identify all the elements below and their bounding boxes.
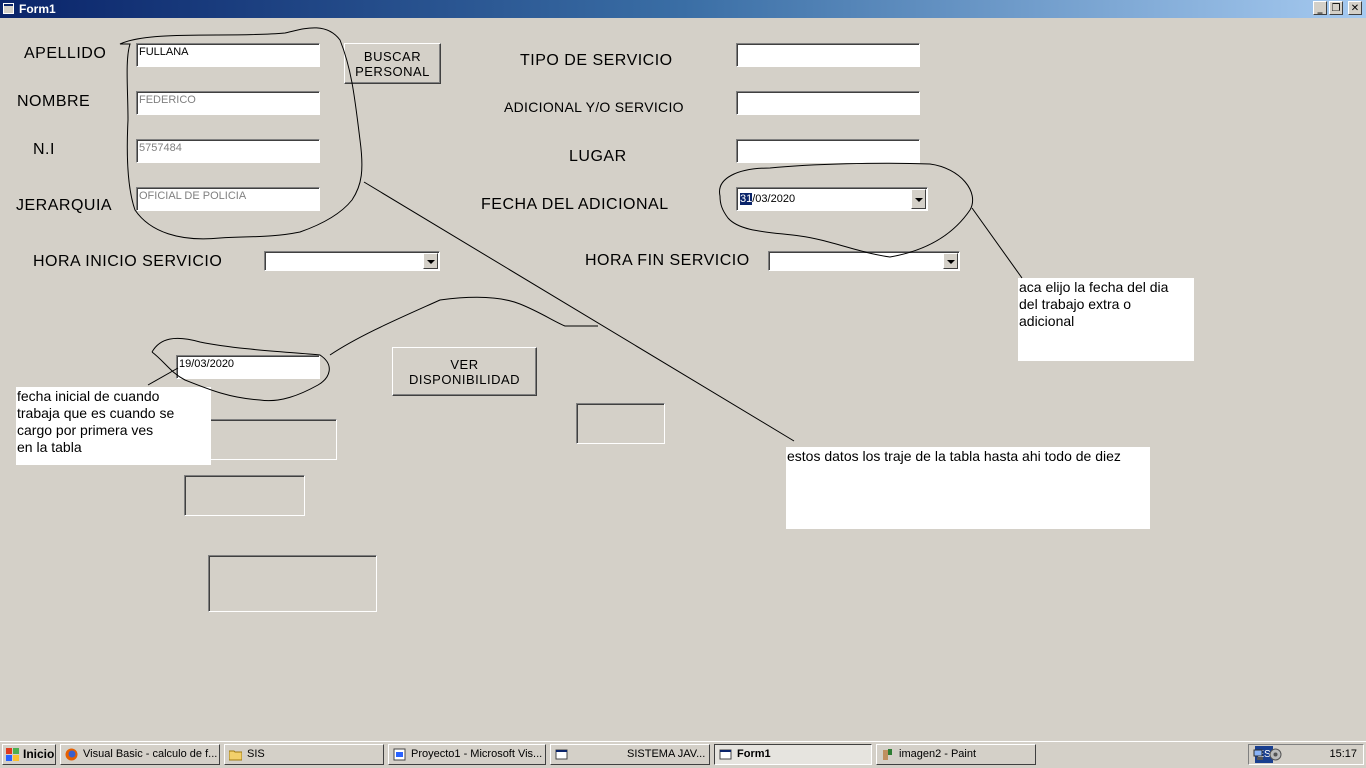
folder-icon [229, 750, 242, 761]
taskbar-item-paint[interactable]: imagen2 - Paint [876, 744, 1036, 765]
taskbar-item-proyecto1[interactable]: Proyecto1 - Microsoft Vis... [388, 744, 546, 765]
note-fecha-inicial-line: fecha inicial de cuando [17, 388, 160, 404]
pointer-line-fecha-inicial [147, 367, 179, 386]
note-fecha-inicial-line: cargo por primera ves [17, 422, 154, 438]
empty-field-1[interactable] [208, 419, 337, 460]
fecha-adicional-value: 31/03/2020 [740, 193, 795, 205]
note-datos: estos datos los traje de la tabla hasta … [786, 447, 1150, 529]
maximize-button[interactable]: ❐ [1329, 1, 1343, 15]
hora-inicio-combo[interactable] [264, 251, 440, 271]
start-button[interactable]: Inicio [2, 744, 56, 765]
chevron-down-icon [947, 260, 955, 264]
title-bar[interactable]: Form1 _ ❐ ✕ [0, 0, 1366, 18]
note-fecha-inicial: fecha inicial de cuando trabaja que es c… [16, 387, 211, 465]
pointer-line-fecha-adicional [971, 207, 1023, 279]
label-adicional: ADICIONAL Y/O SERVICIO [504, 99, 684, 115]
paint-icon [883, 749, 892, 760]
chevron-down-icon [427, 260, 435, 264]
form-icon [719, 749, 732, 760]
form-icon [3, 3, 14, 14]
taskbar-item-label: Visual Basic - calculo de f... [83, 748, 218, 760]
label-ni: N.I [33, 141, 55, 158]
ver-line2: DISPONIBILIDAD [408, 371, 521, 387]
note-fecha-adicional: aca elijo la fecha del dia del trabajo e… [1018, 278, 1194, 361]
note-datos-line: estos datos los traje de la tabla hasta … [787, 448, 1121, 464]
taskbar-item-label: SISTEMA JAV... [627, 748, 706, 760]
buscar-personal-button[interactable]: BUSCAR PERSONAL [344, 43, 441, 84]
fecha-adicional-day: 31 [740, 193, 753, 205]
fecha-adicional-datepicker[interactable]: 31/03/2020 [736, 187, 928, 211]
note-fecha-adicional-line: del trabajo extra o [1019, 296, 1132, 312]
fecha-inicial-field[interactable]: 19/03/2020 [176, 355, 320, 379]
visual-basic-icon [393, 748, 406, 761]
volume-icon [1269, 748, 1282, 761]
app-window-icon [555, 749, 568, 760]
clock: 15:17 [1329, 748, 1357, 760]
note-fecha-inicial-line: en la tabla [17, 439, 82, 455]
fecha-adicional-rest: /03/2020 [752, 193, 796, 205]
buscar-line2: PERSONAL [355, 63, 430, 79]
apellido-field[interactable]: FULLANA [136, 43, 320, 67]
hora-inicio-dropdown-button[interactable] [423, 253, 438, 269]
taskbar-item-firefox[interactable]: Visual Basic - calculo de f... [60, 744, 220, 765]
ver-line1: VER [450, 356, 479, 372]
taskbar-item-sistema[interactable]: SISTEMA JAV... [550, 744, 710, 765]
window-title: Form1 [19, 2, 56, 16]
close-button[interactable]: ✕ [1348, 1, 1362, 15]
tipo-servicio-field[interactable] [736, 43, 920, 67]
empty-field-4[interactable] [576, 403, 665, 444]
buscar-line1: BUSCAR [363, 48, 422, 64]
ni-field[interactable]: 5757484 [136, 139, 320, 163]
lugar-field[interactable] [736, 139, 920, 163]
system-tray: 15:17 [1248, 744, 1364, 765]
jerarquia-field[interactable]: OFICIAL DE POLICIA [136, 187, 320, 211]
taskbar-item-label: Form1 [737, 748, 771, 760]
hora-fin-combo[interactable] [768, 251, 960, 271]
label-nombre: NOMBRE [17, 93, 91, 110]
windows-logo-icon [6, 748, 19, 761]
taskbar-item-form1[interactable]: Form1 [714, 744, 872, 765]
firefox-icon [65, 748, 78, 761]
network-icon [1253, 749, 1263, 760]
taskbar-item-label: SIS [247, 748, 265, 760]
fecha-adicional-dropdown-button[interactable] [911, 189, 926, 209]
note-fecha-inicial-line: trabaja que es cuando se [17, 405, 175, 421]
hora-fin-dropdown-button[interactable] [943, 253, 958, 269]
label-jerarquia: JERARQUIA [16, 197, 113, 214]
nombre-field[interactable]: FEDERICO [136, 91, 320, 115]
note-fecha-adicional-line: aca elijo la fecha del dia [1019, 279, 1169, 295]
taskbar: Inicio Visual Basic - calculo de f... SI… [0, 741, 1366, 768]
taskbar-item-sis[interactable]: SIS [224, 744, 384, 765]
ver-disponibilidad-button[interactable]: VER DISPONIBILIDAD [392, 347, 537, 396]
start-label: Inicio [23, 747, 55, 761]
taskbar-item-label: imagen2 - Paint [899, 748, 977, 760]
label-hora-inicio: HORA INICIO SERVICIO [33, 253, 223, 270]
empty-field-2[interactable] [184, 475, 305, 516]
label-tipo-servicio: TIPO DE SERVICIO [520, 52, 673, 69]
taskbar-item-label: Proyecto1 - Microsoft Vis... [411, 748, 543, 760]
label-fecha-adicional: FECHA DEL ADICIONAL [481, 196, 669, 213]
label-lugar: LUGAR [569, 148, 627, 165]
chevron-down-icon [915, 198, 923, 202]
empty-field-3[interactable] [208, 555, 377, 612]
minimize-button[interactable]: _ [1313, 1, 1327, 15]
label-hora-fin: HORA FIN SERVICIO [585, 252, 750, 269]
label-apellido: APELLIDO [24, 45, 107, 62]
note-fecha-adicional-line: adicional [1019, 313, 1075, 329]
adicional-field[interactable] [736, 91, 920, 115]
